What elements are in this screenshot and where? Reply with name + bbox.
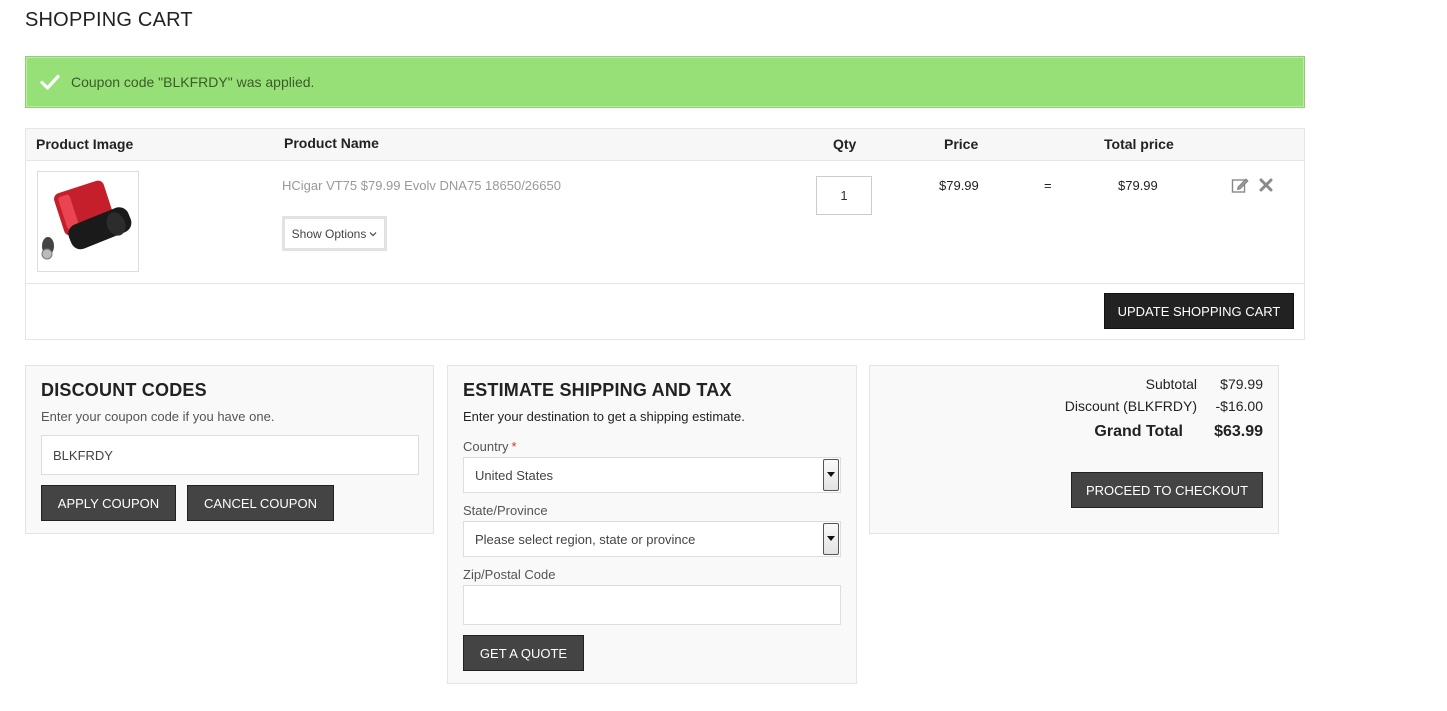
country-select[interactable]: United States (463, 457, 841, 493)
subtotal-value: $79.99 (1220, 376, 1263, 392)
shipping-title: ESTIMATE SHIPPING AND TAX (463, 380, 732, 400)
chevron-down-icon (369, 231, 377, 236)
remove-icon[interactable] (1257, 176, 1275, 194)
select-arrow-icon (823, 459, 839, 491)
subtotal-row: Subtotal $79.99 (1146, 376, 1263, 392)
header-product-image: Product Image (36, 136, 134, 152)
apply-coupon-button[interactable]: APPLY COUPON (41, 485, 176, 521)
header-total-price: Total price (1104, 136, 1174, 152)
zip-label: Zip/Postal Code (463, 567, 556, 582)
zip-input[interactable] (463, 585, 841, 625)
update-cart-button[interactable]: UPDATE SHOPPING CART (1104, 293, 1294, 329)
subtotal-label: Subtotal (1145, 376, 1197, 392)
shipping-subtitle: Enter your destination to get a shipping… (463, 409, 745, 424)
discount-codes-panel: DISCOUNT CODES Enter your coupon code if… (25, 365, 434, 534)
header-product-name: Product Name (284, 135, 379, 151)
product-name-link[interactable]: HCigar VT75 $79.99 Evolv DNA75 18650/266… (282, 178, 561, 193)
shipping-estimate-panel: ESTIMATE SHIPPING AND TAX Enter your des… (447, 365, 857, 684)
cart-divider (26, 283, 1304, 284)
success-message-text: Coupon code "BLKFRDY" was applied. (71, 74, 315, 90)
state-select[interactable]: Please select region, state or province (463, 521, 841, 557)
country-label: Country * (463, 439, 517, 454)
state-select-value: Please select region, state or province (475, 531, 696, 547)
discount-label: Discount (BLKFRDY) (1064, 398, 1197, 414)
get-quote-button[interactable]: GET A QUOTE (463, 635, 584, 671)
grand-total-label: Grand Total (1094, 423, 1183, 440)
header-price: Price (944, 136, 979, 152)
qty-input[interactable] (816, 176, 872, 215)
equals-sign: = (1044, 178, 1052, 193)
country-select-value: United States (475, 467, 554, 483)
checkmark-icon (40, 74, 60, 90)
discount-title: DISCOUNT CODES (41, 380, 207, 400)
grand-total-row: Grand Total $63.99 (1094, 423, 1263, 441)
edit-icon[interactable] (1231, 176, 1249, 194)
item-total-price: $79.99 (1118, 178, 1158, 193)
success-message: Coupon code "BLKFRDY" was applied. (25, 56, 1305, 108)
discount-value: -$16.00 (1215, 398, 1263, 414)
discount-row: Discount (BLKFRDY) -$16.00 (1065, 398, 1263, 414)
discount-subtitle: Enter your coupon code if you have one. (41, 409, 275, 424)
coupon-code-input[interactable]: BLKFRDY (41, 435, 419, 475)
select-arrow-icon (823, 523, 839, 555)
item-price: $79.99 (939, 178, 979, 193)
cart-table: Product Image Product Name Qty Price Tot… (25, 128, 1305, 340)
page-title: SHOPPING CART (25, 9, 193, 31)
show-options-label: Show Options (291, 226, 367, 241)
state-label: State/Province (463, 503, 548, 518)
cart-table-header: Product Image Product Name Qty Price Tot… (26, 129, 1304, 161)
cancel-coupon-button[interactable]: CANCEL COUPON (187, 485, 334, 521)
show-options-button[interactable]: Show Options (282, 216, 387, 251)
order-totals-panel: Subtotal $79.99 Discount (BLKFRDY) -$16.… (869, 365, 1279, 534)
grand-total-value: $63.99 (1214, 423, 1263, 440)
proceed-to-checkout-button[interactable]: PROCEED TO CHECKOUT (1071, 472, 1263, 508)
header-qty: Qty (833, 136, 857, 152)
required-mark: * (511, 439, 517, 454)
product-image[interactable] (37, 171, 139, 272)
